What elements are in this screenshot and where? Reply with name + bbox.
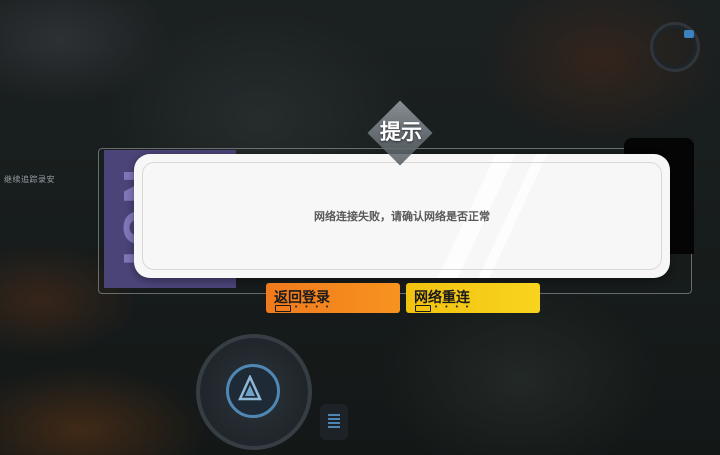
background-hint-text: 继续追踪录安 [4,175,55,184]
return-to-login-button[interactable]: 返回登录 • • • • [266,283,400,313]
corner-device-light [684,30,694,38]
button-decor-dots: • • • • [294,303,332,311]
network-reconnect-button[interactable]: 网络重连 • • • • [406,283,540,313]
key-hint-icon [275,305,291,312]
dialog-title: 提示 [380,120,422,144]
play-triangle-icon [226,364,280,418]
floor-device [320,404,348,440]
dialog-message: 网络连接失败，请确认网络是否正常 [314,210,490,223]
network-error-dialog: 网络连接失败，请确认网络是否正常 [134,154,670,278]
key-hint-icon [415,305,431,312]
button-decor-dots: • • • • [434,303,472,311]
